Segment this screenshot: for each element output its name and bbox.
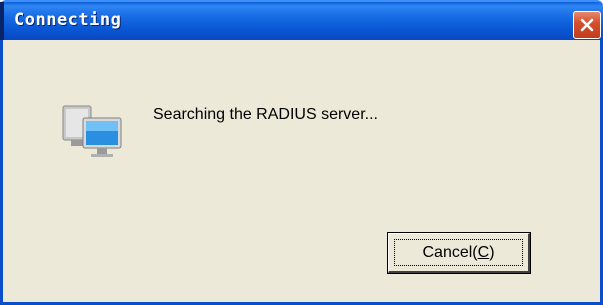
status-message: Searching the RADIUS server... — [153, 106, 378, 123]
dialog-body: Searching the RADIUS server... Cancel(C) — [0, 40, 603, 305]
close-icon — [580, 18, 594, 32]
cancel-button-label: Cancel(C) — [422, 243, 495, 261]
title-bar[interactable]: Connecting — [0, 0, 603, 42]
close-button[interactable] — [573, 11, 601, 39]
cancel-button[interactable]: Cancel(C) — [387, 232, 531, 274]
window-title: Connecting — [14, 10, 122, 30]
connecting-dialog: Connecting Searching the RADIUS server..… — [0, 0, 603, 305]
title-bar-edge — [0, 2, 4, 42]
network-computers-icon — [62, 105, 122, 157]
